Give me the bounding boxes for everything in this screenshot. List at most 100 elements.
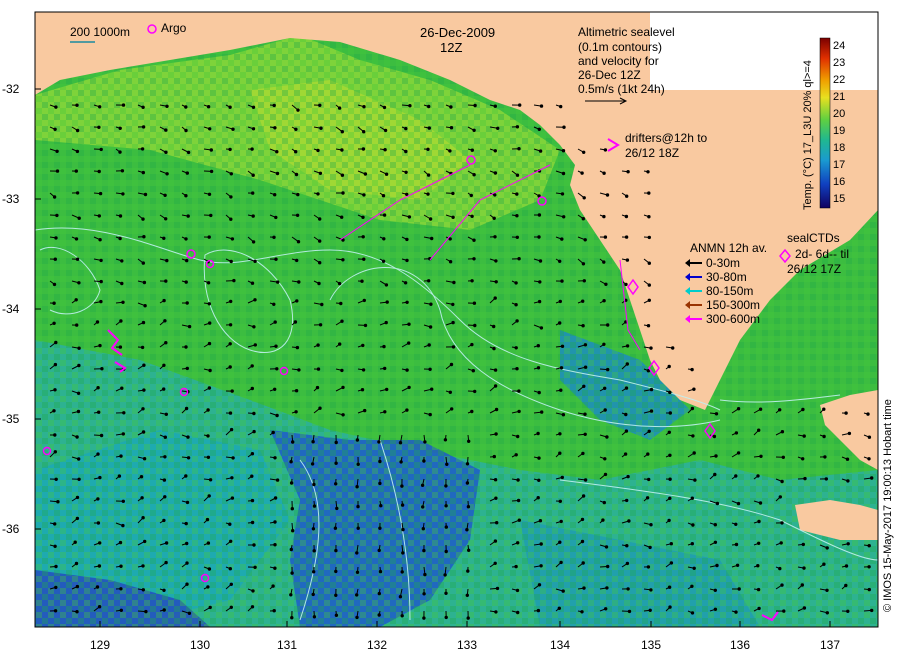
velocity-arrow-head <box>867 544 871 548</box>
velocity-arrow-head <box>562 125 566 129</box>
velocity-arrow-head <box>273 193 277 197</box>
velocity-arrow-head <box>378 481 382 486</box>
velocity-arrow-head <box>383 128 388 133</box>
velocity-arrow-head <box>272 235 276 240</box>
velocity-arrow-head <box>759 454 763 458</box>
velocity-arrow-head <box>295 258 299 263</box>
argo-label: Argo <box>161 21 187 35</box>
velocity-arrow-head <box>407 215 412 219</box>
velocity-arrow-head <box>602 171 606 175</box>
velocity-arrow-head <box>473 103 477 108</box>
velocity-arrow-head <box>778 408 782 412</box>
velocity-arrow-head <box>492 324 496 329</box>
velocity-arrow-head <box>624 412 628 417</box>
velocity-arrow-head <box>228 522 232 526</box>
velocity-arrow-head <box>162 588 166 592</box>
velocity-arrow-head <box>382 105 387 110</box>
velocity-arrow-head <box>97 214 102 218</box>
velocity-arrow-head <box>581 324 585 328</box>
velocity-arrow-head <box>97 410 101 414</box>
velocity-arrow-head <box>209 213 213 218</box>
velocity-arrow-head <box>312 570 316 574</box>
velocity-arrow-head <box>118 540 123 545</box>
velocity-arrow-head <box>250 474 254 478</box>
velocity-arrow-head <box>73 540 77 544</box>
velocity-arrow-head <box>561 171 566 176</box>
velocity-arrow-head <box>822 434 826 439</box>
velocity-arrow-head <box>273 496 278 500</box>
velocity-arrow-head <box>337 281 342 286</box>
lon-tick: 136 <box>729 638 751 652</box>
velocity-arrow-head <box>493 368 498 372</box>
velocity-arrow-head <box>184 237 188 241</box>
velocity-arrow-head <box>141 217 145 221</box>
velocity-arrow-head <box>470 214 474 219</box>
velocity-arrow-head <box>492 216 496 221</box>
velocity-arrow-head <box>54 477 58 481</box>
velocity-arrow-head <box>334 569 338 574</box>
velocity-arrow-head <box>562 215 566 219</box>
velocity-arrow-head <box>559 366 564 370</box>
velocity-arrow-head <box>312 549 316 553</box>
velocity-arrow-head <box>99 147 103 152</box>
velocity-arrow-head <box>626 474 630 479</box>
velocity-arrow-head <box>517 257 521 261</box>
velocity-arrow-head <box>185 366 190 371</box>
velocity-arrow-head <box>472 238 476 242</box>
velocity-arrow-head <box>407 385 411 390</box>
velocity-arrow-head <box>558 451 562 455</box>
velocity-arrow-head <box>427 343 431 347</box>
velocity-arrow-head <box>443 573 447 577</box>
velocity-arrow-head <box>557 606 561 610</box>
velocity-arrow-head <box>251 589 255 593</box>
velocity-arrow-head <box>273 387 277 391</box>
velocity-arrow-head <box>184 280 188 284</box>
velocity-arrow-head <box>122 411 126 415</box>
velocity-arrow-head <box>558 321 562 325</box>
velocity-arrow-head <box>293 320 298 324</box>
velocity-arrow-head <box>561 413 566 417</box>
velocity-arrow-head <box>444 525 448 529</box>
velocity-arrow-head <box>690 496 694 500</box>
velocity-arrow-head <box>493 149 497 153</box>
velocity-arrow-head <box>423 440 427 444</box>
velocity-arrow-head <box>537 456 541 460</box>
colorbar-tick: 20 <box>833 108 846 120</box>
velocity-arrow-head <box>428 367 432 371</box>
velocity-arrow-head <box>229 299 233 304</box>
velocity-arrow-head <box>184 474 188 478</box>
colorbar-tick: 19 <box>833 125 846 137</box>
velocity-arrow-head <box>141 170 146 175</box>
colorbar <box>819 37 831 209</box>
velocity-arrow-head <box>648 545 652 550</box>
velocity-arrow-head <box>164 279 168 283</box>
velocity-arrow-head <box>53 522 57 526</box>
velocity-arrow-head <box>377 440 381 444</box>
velocity-arrow-head <box>757 428 761 432</box>
velocity-arrow-head <box>100 367 104 371</box>
velocity-arrow-head <box>119 587 123 591</box>
velocity-arrow-head <box>206 408 210 412</box>
velocity-arrow-head <box>625 544 629 548</box>
colorbar-tick: 22 <box>833 74 846 86</box>
velocity-arrow-head <box>560 344 565 348</box>
velocity-arrow-head <box>494 610 498 614</box>
velocity-arrow-head <box>317 281 321 286</box>
velocity-arrow-head <box>53 388 57 392</box>
velocity-arrow-head <box>76 409 81 414</box>
velocity-arrow-head <box>383 366 387 371</box>
velocity-arrow-head <box>54 585 58 590</box>
velocity-arrow-head <box>494 496 498 500</box>
velocity-arrow-head <box>493 193 497 197</box>
velocity-arrow-head <box>429 302 433 306</box>
velocity-arrow-head <box>232 278 236 283</box>
velocity-arrow-head <box>625 258 630 262</box>
velocity-arrow-head <box>141 261 146 265</box>
velocity-arrow-head <box>206 541 211 545</box>
velocity-arrow-head <box>690 367 694 372</box>
velocity-arrow-head <box>186 150 191 155</box>
velocity-arrow-head <box>185 582 189 586</box>
velocity-arrow-head <box>867 565 871 569</box>
velocity-arrow-head <box>363 323 368 328</box>
velocity-arrow-head <box>162 363 166 367</box>
